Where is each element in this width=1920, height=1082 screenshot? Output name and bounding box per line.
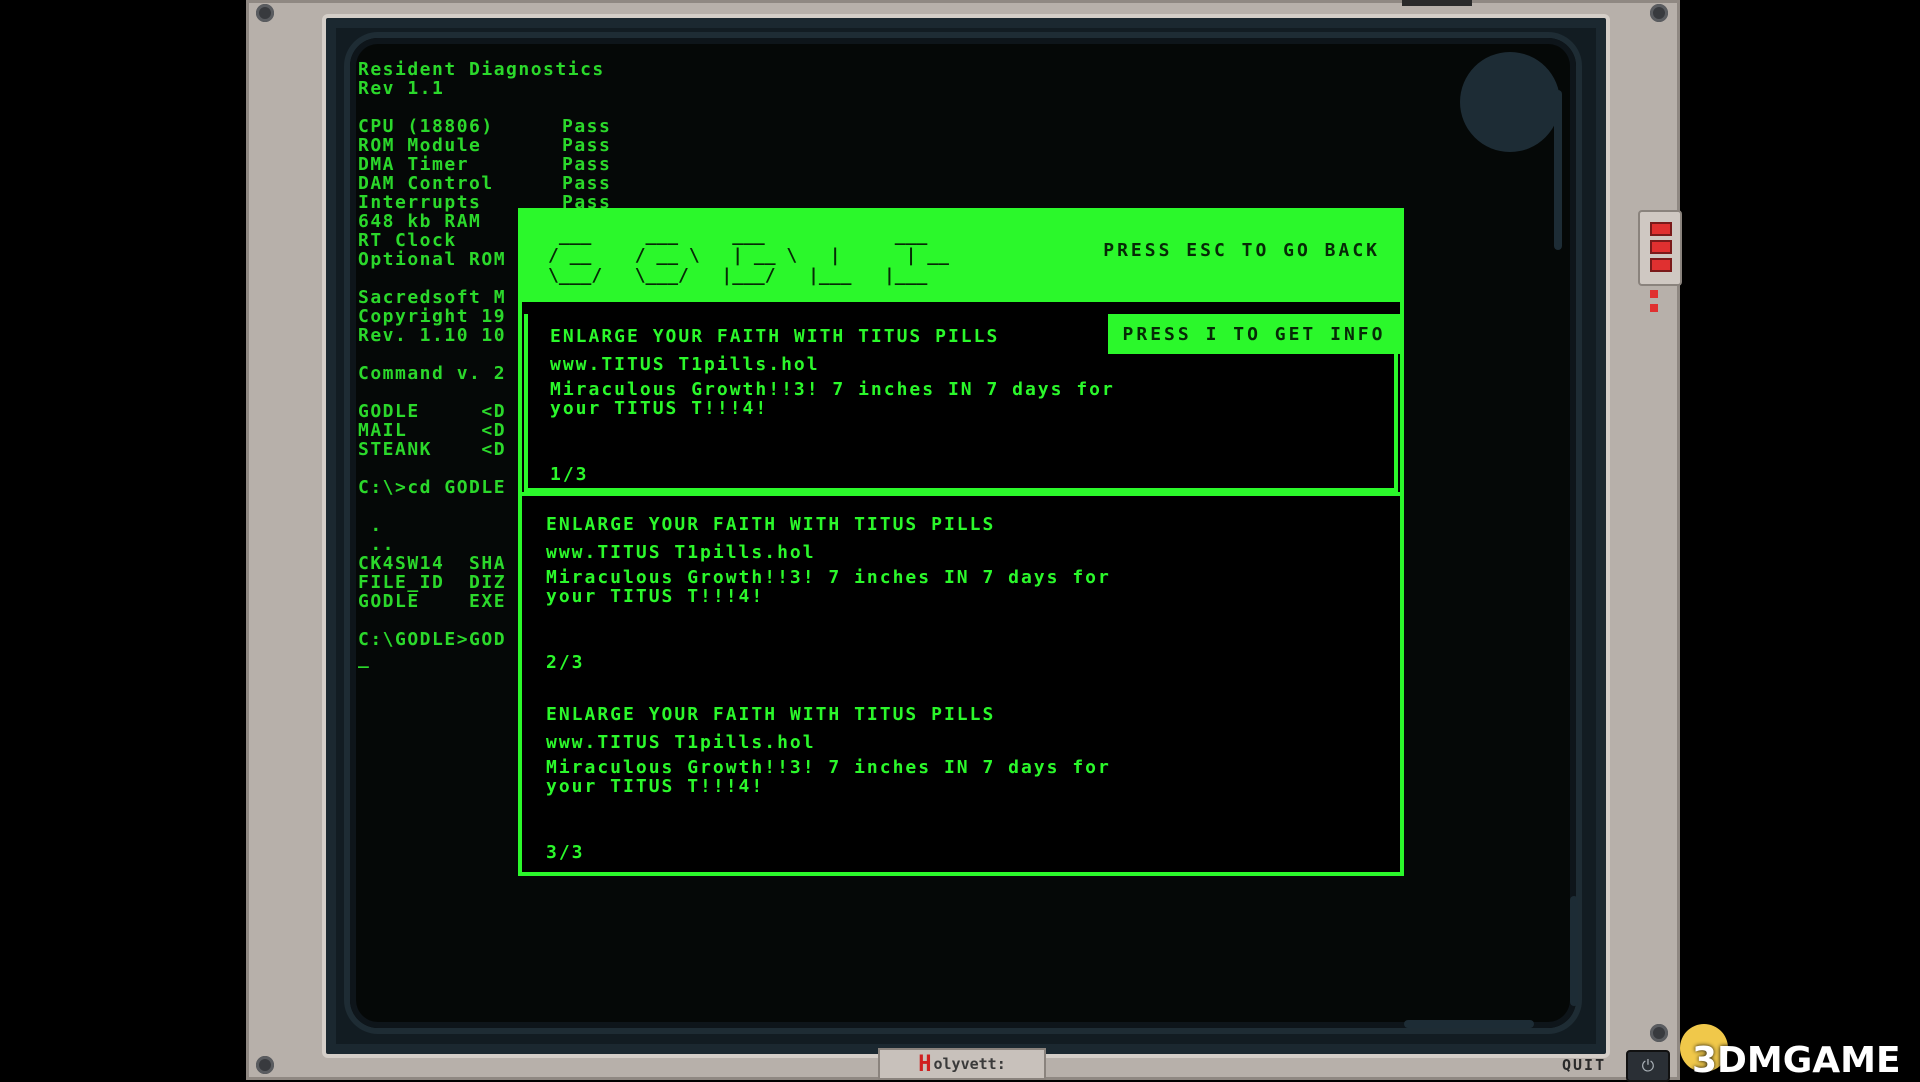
result-pager: 1/3 [550, 464, 589, 485]
quit-label: QUIT [1562, 1056, 1607, 1074]
status-led-panel [1638, 210, 1682, 286]
screw-top-left [256, 4, 274, 22]
result-pager: 3/3 [546, 842, 585, 863]
godle-window: ___ ___ ___ ___ / __ / __ \ | __ \ | | _… [518, 208, 1404, 876]
console-key: ROM Module [358, 135, 482, 156]
esc-back-hint[interactable]: PRESS ESC TO GO BACK [1103, 240, 1380, 261]
console-line: Rev 1.1 [358, 78, 445, 99]
brand-logo-letter: H [918, 1051, 932, 1077]
led-small [1650, 304, 1658, 312]
screen-glare-bar [1554, 90, 1562, 250]
console-key: DAM Control [358, 173, 494, 194]
result-title[interactable]: ENLARGE YOUR FAITH WITH TITUS PILLS [550, 326, 999, 347]
godle-logo: ___ ___ ___ ___ / __ / __ \ | __ \ | | _… [548, 225, 949, 286]
console-status: Pass [562, 135, 612, 156]
power-icon[interactable]: ⏻ [1626, 1050, 1670, 1082]
console-line: CPU (18806) Pass [358, 117, 758, 136]
search-result[interactable]: ENLARGE YOUR FAITH WITH TITUS PILLS www.… [524, 314, 1398, 492]
result-title[interactable]: ENLARGE YOUR FAITH WITH TITUS PILLS [546, 704, 995, 725]
console-line: DAM Control Pass [358, 174, 758, 193]
case-top-notch [1402, 0, 1472, 6]
screen-glare [1460, 52, 1560, 152]
brand-name: olyvett: [933, 1055, 1006, 1073]
godle-header: ___ ___ ___ ___ / __ / __ \ | __ \ | | _… [522, 212, 1400, 302]
console-line: ROM Module Pass [358, 136, 758, 155]
console-blank [358, 98, 758, 117]
result-url[interactable]: www.TITUS T1pills.hol [546, 542, 816, 563]
search-result[interactable]: ENLARGE YOUR FAITH WITH TITUS PILLS www.… [524, 502, 1398, 692]
console-line: Resident Diagnostics [358, 60, 605, 80]
watermark: 3DMGAME [1692, 1040, 1901, 1081]
console-status: Pass [562, 154, 612, 175]
brand-plate: H olyvett: [878, 1048, 1046, 1080]
led-small [1650, 290, 1658, 298]
result-url[interactable]: www.TITUS T1pills.hol [550, 354, 820, 375]
screw-top-right [1650, 4, 1668, 22]
console-status: Pass [562, 173, 612, 194]
search-result[interactable]: ENLARGE YOUR FAITH WITH TITUS PILLS www.… [524, 692, 1398, 872]
result-description: Miraculous Growth!!3! 7 inches IN 7 days… [550, 379, 1115, 419]
screw-bottom-left [256, 1056, 274, 1074]
console-line: DMA Timer Pass [358, 155, 758, 174]
console-key: DMA Timer [358, 154, 470, 175]
result-url[interactable]: www.TITUS T1pills.hol [546, 732, 816, 753]
result-description: Miraculous Growth!!3! 7 inches IN 7 days… [546, 567, 1111, 607]
result-divider [522, 492, 1400, 496]
led-indicator [1650, 240, 1672, 254]
console-key: CPU (18806) [358, 116, 494, 137]
result-pager: 2/3 [546, 652, 585, 673]
led-indicator [1650, 222, 1672, 236]
screen-glare-bar [1404, 1020, 1534, 1028]
screw-bottom-right [1650, 1024, 1668, 1042]
led-indicator [1650, 258, 1672, 272]
result-title[interactable]: ENLARGE YOUR FAITH WITH TITUS PILLS [546, 514, 995, 535]
header-divider [522, 302, 1400, 310]
console-status: Pass [562, 116, 612, 137]
result-description: Miraculous Growth!!3! 7 inches IN 7 days… [546, 757, 1111, 797]
screen-glare-bar [1570, 896, 1578, 1006]
